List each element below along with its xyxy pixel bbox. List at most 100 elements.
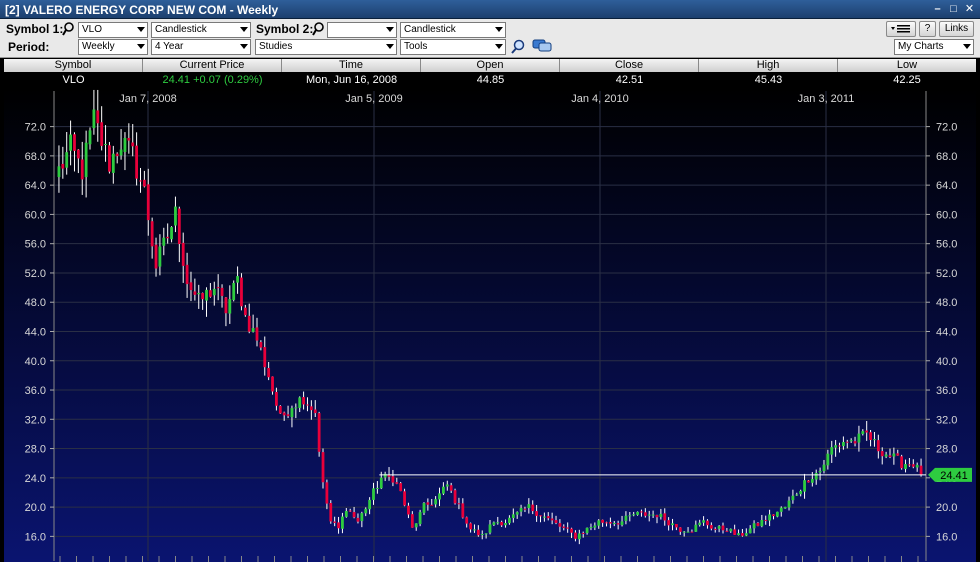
chevron-down-icon [495, 44, 503, 49]
candle-body [391, 476, 395, 483]
y-tick-label: 24.0 [25, 473, 46, 485]
candle-body [779, 507, 783, 512]
chart-background [4, 89, 976, 562]
candle-body [574, 532, 577, 539]
candle-body [706, 520, 709, 526]
candle-body [803, 480, 806, 492]
candle-body [438, 493, 441, 500]
range-select[interactable]: 4 Year [151, 39, 251, 55]
x-date-label: Jan 3, 2011 [798, 93, 855, 105]
candle-body [379, 477, 383, 489]
title-bar: [2] VALERO ENERGY CORP NEW COM - Weekly … [0, 0, 980, 19]
menu-button[interactable] [886, 21, 916, 37]
candle-body [111, 153, 115, 173]
candle-body [344, 511, 348, 517]
quote-open: 44.85 [476, 74, 505, 86]
quote-close: 42.51 [615, 74, 644, 86]
candle-body [508, 517, 511, 524]
chevron-down-icon [240, 44, 248, 49]
candle-body [915, 464, 919, 468]
header-open: Open [421, 59, 560, 72]
header-close: Close [560, 59, 699, 72]
quote-current-price: 24.41 +0.07 (0.29%) [143, 73, 282, 88]
studies-select[interactable]: Studies [255, 39, 397, 55]
chart-type1-select[interactable]: Candlestick [151, 22, 251, 38]
candle-body [317, 413, 321, 452]
candle-body [523, 508, 527, 510]
candle-body [686, 531, 690, 533]
price-change-value: +0.07 (0.29%) [193, 74, 263, 86]
candle-body [224, 297, 228, 314]
symbol2-input[interactable] [327, 22, 397, 38]
candle-body [197, 292, 201, 295]
candle-body [814, 473, 818, 480]
tools-value: Tools [404, 41, 428, 52]
candle-body [329, 503, 333, 522]
candle-body [236, 276, 239, 283]
candle-body [313, 409, 317, 414]
candle-body [372, 488, 375, 500]
candle-body [768, 514, 772, 521]
candle-body [422, 503, 426, 513]
candle-body [298, 397, 302, 408]
candle-body [321, 452, 325, 483]
candle-body [682, 531, 686, 533]
candle-body [395, 482, 399, 484]
candle-body [104, 143, 107, 145]
help-button[interactable]: ? [919, 21, 936, 37]
candle-body [92, 109, 96, 129]
chat-icon[interactable] [532, 38, 552, 54]
search-icon[interactable] [312, 22, 325, 36]
candle-body [554, 520, 558, 523]
candle-body [96, 110, 100, 124]
candle-body [865, 430, 869, 433]
candle-body [500, 521, 504, 526]
y-tick-label: 48.0 [25, 297, 46, 309]
current-price-label: 24.41 [940, 470, 968, 482]
candle-body [496, 522, 500, 524]
candle-body [348, 510, 352, 512]
candle-body [713, 528, 717, 530]
candle-body [492, 522, 496, 525]
search-icon[interactable] [62, 22, 75, 36]
zoom-icon[interactable] [511, 39, 525, 54]
window-title: [2] VALERO ENERGY CORP NEW COM - Weekly [5, 3, 279, 17]
candle-body [628, 515, 632, 517]
candle-body [640, 511, 643, 513]
maximize-button[interactable]: □ [947, 2, 960, 16]
symbol1-input[interactable]: VLO [78, 22, 148, 38]
candle-body [278, 405, 282, 414]
chart-type2-select[interactable]: Candlestick [400, 22, 506, 38]
candle-body [822, 464, 826, 472]
y-tick-label: 64.0 [936, 180, 957, 192]
candle-body [733, 529, 737, 535]
candle-body [558, 523, 562, 527]
chevron-down-icon [495, 27, 503, 32]
candle-body [841, 442, 845, 447]
candle-body [212, 288, 216, 296]
candle-body [869, 432, 872, 440]
price-chart[interactable]: Jan 7, 2008 Jan 5, 2009 Jan 4, 2010 Jan 3, … [4, 89, 976, 562]
candle-body [255, 327, 259, 341]
candle-body [356, 517, 360, 522]
my-charts-select[interactable]: My Charts [894, 39, 974, 55]
symbol1-value: VLO [82, 24, 103, 35]
candle-body [643, 512, 647, 516]
candle-body [368, 499, 372, 510]
minimize-button[interactable]: – [931, 2, 944, 16]
candle-body [667, 520, 671, 526]
candle-body [752, 523, 756, 529]
candle-body [826, 453, 830, 466]
candle-body [174, 206, 177, 226]
candle-body [737, 533, 740, 536]
close-button[interactable]: ✕ [963, 2, 976, 16]
links-button[interactable]: Links [939, 21, 974, 37]
quote-time: Mon, Jun 16, 2008 [305, 74, 398, 86]
candle-body [465, 517, 469, 524]
tools-select[interactable]: Tools [400, 39, 506, 55]
candle-body [795, 494, 799, 496]
y-tick-label: 36.0 [936, 385, 957, 397]
candle-body [888, 455, 892, 457]
candle-body [290, 408, 294, 418]
period-select[interactable]: Weekly [78, 39, 148, 55]
